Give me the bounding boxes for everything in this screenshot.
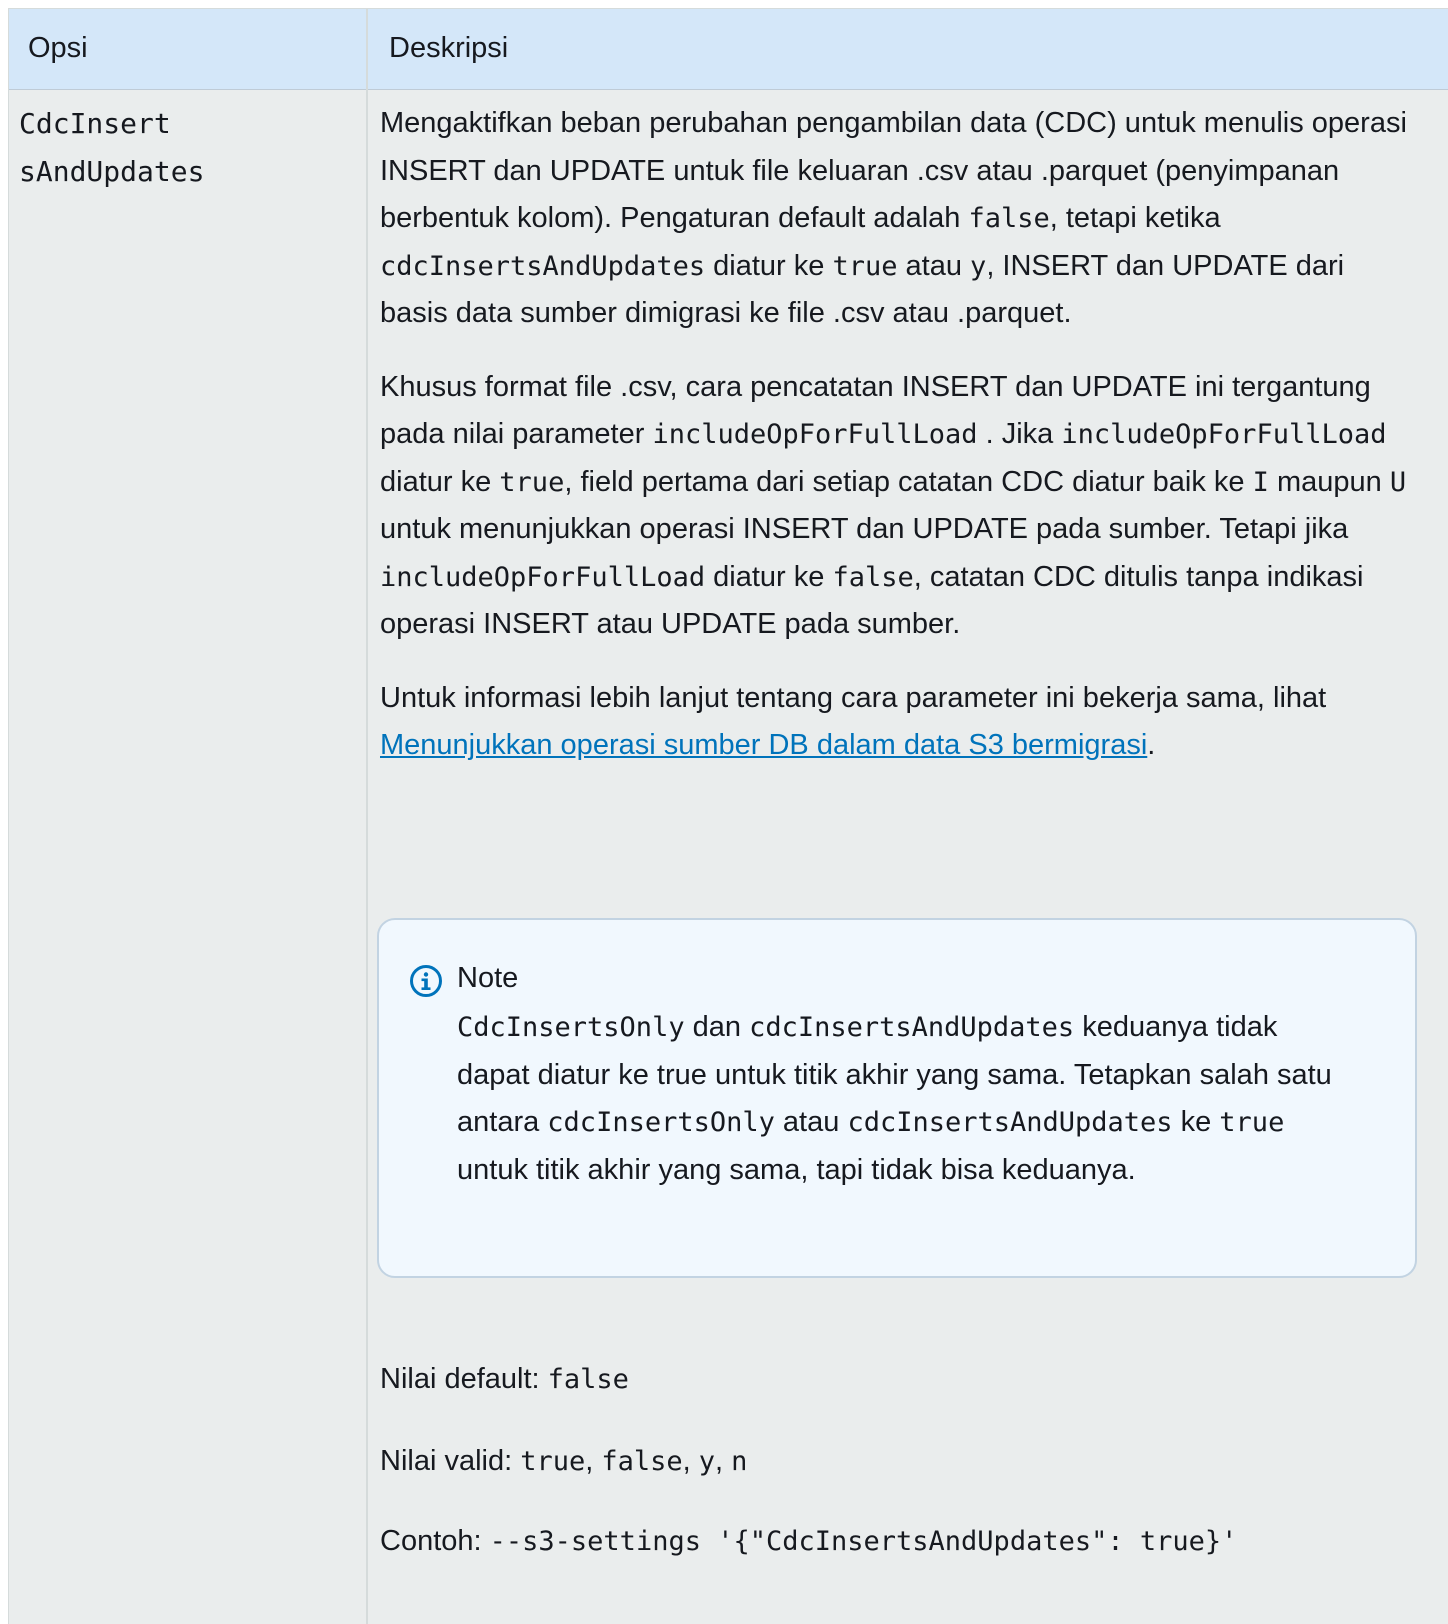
text: untuk menunjukkan operasi INSERT dan UPD… [380,513,1349,545]
separator: , [682,1445,699,1477]
code-true: true [1219,1107,1285,1138]
separator: , [715,1445,732,1477]
description-paragraph-3: Untuk informasi lebih lanjut tentang car… [380,675,1410,770]
text: Mengaktifkan beban perubahan pengambilan… [380,107,1407,234]
s3-source-db-operations-link[interactable]: Menunjukkan operasi sumber DB dalam data… [380,729,1147,761]
note-callout: Note CdcInsertsOnly dan cdcInsertsAndUpd… [377,918,1417,1278]
default-value-line: Nilai default: false [380,1356,1410,1404]
text: diatur ke [705,560,833,593]
code-true: true [832,250,898,282]
valid-value: false [601,1446,683,1477]
valid-value: y [698,1446,716,1477]
text: diatur ke [380,465,500,498]
separator: , [585,1445,602,1477]
description-paragraph-2: Khusus format file .csv, cara pencatatan… [380,364,1410,649]
info-circle-icon [410,965,442,997]
code-includeopforfullload: includeOpForFullLoad [1061,419,1387,450]
table-header: Opsi Deskripsi [9,9,1448,90]
valid-values-line: Nilai valid: true, false, y, n [380,1438,1410,1486]
text: . Jika [977,418,1062,450]
code-cdcinsertsonly: cdcInsertsOnly [547,1107,775,1138]
example-line: Contoh: --s3-settings '{"CdcInsertsAndUp… [380,1518,1260,1566]
code-includeopforfullload: includeOpForFullLoad [380,561,706,593]
column-header-opsi: Opsi [28,32,88,64]
code-includeopforfullload: includeOpForFullLoad [652,419,978,450]
note-title: Note [457,962,519,994]
default-value-label: Nilai default: [380,1363,548,1395]
text: ke [1172,1106,1220,1138]
note-body: CdcInsertsOnly dan cdcInsertsAndUpdates … [457,1004,1357,1194]
column-header-deskripsi: Deskripsi [389,32,509,64]
text: , tetapi ketika [1049,202,1221,234]
text: , field pertama dari setiap catatan CDC … [564,465,1253,498]
text: atau [774,1106,848,1138]
code-cdcinsertsandupdates: cdcInsertsAndUpdates [380,250,706,282]
description-paragraph-1: Mengaktifkan beban perubahan pengambilan… [380,100,1410,338]
code-true: true [499,466,565,498]
code-u: U [1389,466,1407,498]
option-name-cell: CdcInsert sAndUpdates [19,100,339,196]
text: . [1147,729,1156,761]
code-false: false [968,203,1050,234]
text: diatur ke [705,249,833,282]
text: maupun [1268,465,1390,498]
valid-value: true [520,1446,586,1477]
default-value: false [547,1364,629,1395]
text: Untuk informasi lebih lanjut tentang car… [380,681,1327,714]
text: atau [897,249,971,282]
description-cell: Mengaktifkan beban perubahan pengambilan… [380,100,1410,770]
code-cdcinsertsonly: CdcInsertsOnly [457,1012,685,1043]
option-name-line-1: CdcInsert [19,107,171,140]
valid-values-label: Nilai valid: [380,1445,521,1477]
code-cdcinsertsandupdates: cdcInsertsAndUpdates [847,1107,1173,1138]
text: dan [684,1011,750,1043]
column-divider [366,9,368,1624]
code-false: false [832,561,914,593]
code-i: I [1252,466,1269,498]
code-y: y [970,250,987,282]
text: untuk titik akhir yang sama, tapi tidak … [457,1153,1136,1186]
option-name-line-2: sAndUpdates [19,155,205,188]
example-label: Contoh: [380,1525,490,1557]
valid-value: n [731,1446,748,1477]
code-cdcinsertsandupdates: cdcInsertsAndUpdates [749,1012,1075,1043]
example-code: --s3-settings '{"CdcInsertsAndUpdates": … [489,1526,1238,1557]
